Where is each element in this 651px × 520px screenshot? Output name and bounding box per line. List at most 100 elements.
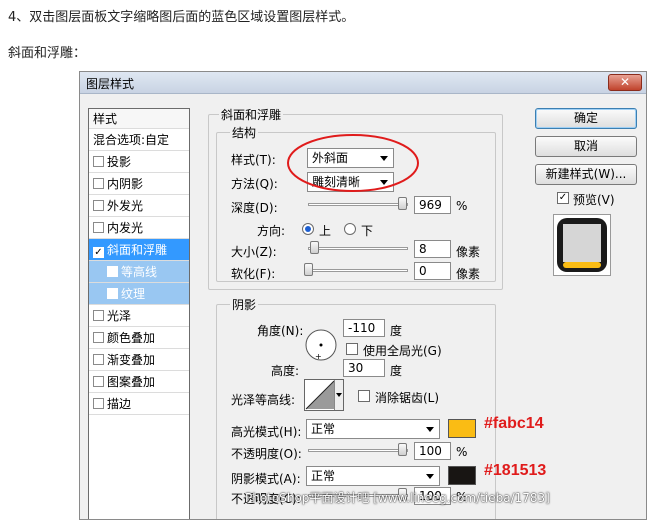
size-slider-track[interactable] xyxy=(308,247,408,250)
soften-label: 软化(F): xyxy=(231,267,276,281)
size-slider-thumb[interactable] xyxy=(310,241,319,254)
style-label: 样式(T): xyxy=(231,153,276,167)
depth-slider-track[interactable] xyxy=(308,203,408,206)
style-list-item-label: 渐变叠加 xyxy=(107,353,156,367)
style-list: 样式 混合选项:自定投影内阴影外发光内发光 ✓ 斜面和浮雕等高线纹理光泽颜色叠加渐变… xyxy=(88,108,190,519)
highlight-color-swatch[interactable] xyxy=(448,419,476,438)
shadow-mode-value: 正常 xyxy=(311,469,336,483)
style-list-item-label: 内阴影 xyxy=(107,177,144,191)
shadow-mode-select[interactable]: 正常 xyxy=(306,466,440,486)
technique-label: 方法(Q): xyxy=(231,177,278,191)
style-list-item-label: 光泽 xyxy=(107,309,132,323)
instruction-step: 4、双击图层面板文字缩略图后面的蓝色区域设置图层样式。 xyxy=(8,10,355,25)
structure-title: 结构 xyxy=(230,124,259,141)
style-list-header: 样式 xyxy=(89,109,189,129)
checkbox-icon[interactable] xyxy=(93,332,104,343)
direction-up-radio[interactable] xyxy=(302,223,314,235)
watermark-text: PhotoShop平面设计吧 [www.lineeg.com/tieba/178… xyxy=(245,491,550,505)
style-list-item[interactable]: 等高线 xyxy=(89,261,189,283)
checked-checkbox-icon[interactable]: ✓ xyxy=(93,247,104,258)
shading-title: 阴影 xyxy=(230,296,259,313)
size-input[interactable]: 8 xyxy=(414,240,451,258)
global-light-checkbox[interactable] xyxy=(346,343,358,355)
style-list-item-label: 混合选项:自定 xyxy=(93,133,170,147)
style-list-item[interactable]: 光泽 xyxy=(89,305,189,327)
antialias-checkbox[interactable] xyxy=(358,390,370,402)
highlight-mode-select[interactable]: 正常 xyxy=(306,419,440,439)
shadow-mode-label: 阴影模式(A): xyxy=(231,472,301,486)
direction-down-label: 下 xyxy=(361,224,374,238)
dialog-title: 图层样式 xyxy=(86,77,135,91)
global-light-label: 使用全局光(G) xyxy=(363,344,442,358)
checkbox-icon[interactable] xyxy=(93,310,104,321)
altitude-input[interactable]: 30 xyxy=(343,359,385,377)
checkbox-icon[interactable] xyxy=(93,222,104,233)
soften-input[interactable]: 0 xyxy=(414,262,451,280)
style-list-item-label: 外发光 xyxy=(107,199,144,213)
style-list-item[interactable]: 纹理 xyxy=(89,283,189,305)
checkbox-icon[interactable] xyxy=(93,178,104,189)
altitude-unit: 度 xyxy=(390,364,403,378)
style-list-item[interactable]: 投影 xyxy=(89,151,189,173)
annotation-red-ellipse xyxy=(287,134,419,192)
contour-dropdown-button[interactable] xyxy=(334,380,343,410)
style-list-item[interactable]: ✓ 斜面和浮雕 xyxy=(89,239,189,261)
depth-unit: % xyxy=(456,199,468,213)
soften-slider-track[interactable] xyxy=(308,269,408,272)
highlight-opacity-input[interactable]: 100 xyxy=(414,442,451,460)
depth-slider-thumb[interactable] xyxy=(398,197,407,210)
section-subtitle: 斜面和浮雕： xyxy=(8,46,87,61)
chevron-down-icon xyxy=(336,393,342,397)
check-icon: ✓ xyxy=(94,247,103,258)
antialias-label: 消除锯齿(L) xyxy=(375,391,440,405)
checkbox-icon[interactable] xyxy=(93,156,104,167)
style-list-item-label: 等高线 xyxy=(121,265,158,279)
style-list-item[interactable]: 颜色叠加 xyxy=(89,327,189,349)
style-list-item[interactable]: 外发光 xyxy=(89,195,189,217)
close-button[interactable]: ✕ xyxy=(608,74,642,91)
checkbox-icon[interactable] xyxy=(93,376,104,387)
dialog-titlebar[interactable]: 图层样式 ✕ xyxy=(80,72,646,94)
style-list-item[interactable]: 内阴影 xyxy=(89,173,189,195)
angle-input[interactable]: -110 xyxy=(343,319,385,337)
highlight-opacity-unit: % xyxy=(456,445,468,459)
soften-unit: 像素 xyxy=(456,267,481,281)
depth-input[interactable]: 969 xyxy=(414,196,451,214)
preview-checkbox[interactable]: ✓ xyxy=(557,192,569,204)
highlight-mode-label: 高光模式(H): xyxy=(231,425,302,439)
style-list-item[interactable]: 渐变叠加 xyxy=(89,349,189,371)
highlight-opacity-track[interactable] xyxy=(308,449,408,452)
bevel-section-title: 斜面和浮雕 xyxy=(219,106,284,123)
shadow-color-swatch[interactable] xyxy=(448,466,476,485)
cancel-button[interactable]: 取消 xyxy=(535,136,637,157)
style-list-item[interactable]: 描边 xyxy=(89,393,189,415)
angle-dial-icon[interactable]: + xyxy=(304,328,338,362)
gloss-contour-picker[interactable] xyxy=(304,379,344,411)
style-list-item[interactable]: 内发光 xyxy=(89,217,189,239)
direction-down-radio[interactable] xyxy=(344,223,356,235)
checkbox-icon[interactable] xyxy=(93,354,104,365)
chevron-down-icon xyxy=(426,427,434,432)
angle-label: 角度(N): xyxy=(257,324,304,338)
style-list-item[interactable]: 混合选项:自定 xyxy=(89,129,189,151)
checkbox-icon[interactable] xyxy=(93,200,104,211)
altitude-label: 高度: xyxy=(271,364,300,378)
depth-label: 深度(D): xyxy=(231,201,278,215)
ok-button[interactable]: 确定 xyxy=(535,108,637,129)
style-list-item[interactable]: 图案叠加 xyxy=(89,371,189,393)
soften-slider-thumb[interactable] xyxy=(304,263,313,276)
checkbox-icon[interactable] xyxy=(107,266,118,277)
highlight-opacity-thumb[interactable] xyxy=(398,443,407,456)
layer-style-dialog: 图层样式 ✕ 样式 混合选项:自定 投影 内阴影 外发光 内发光 ✓ 斜面和浮雕 等高线 纹理光… xyxy=(79,71,647,520)
style-list-item-label: 描边 xyxy=(107,397,132,411)
new-style-button[interactable]: 新建样式(W)... xyxy=(535,164,637,185)
gloss-contour-label: 光泽等高线: xyxy=(231,393,296,407)
checkbox-icon[interactable] xyxy=(93,398,104,409)
checkbox-icon[interactable] xyxy=(107,288,118,299)
size-unit: 像素 xyxy=(456,245,481,259)
style-preview-thumbnail xyxy=(553,214,611,276)
size-label: 大小(Z): xyxy=(231,245,277,259)
highlight-mode-value: 正常 xyxy=(311,422,336,436)
style-list-item-label: 图案叠加 xyxy=(107,375,156,389)
svg-text:+: + xyxy=(315,352,322,361)
